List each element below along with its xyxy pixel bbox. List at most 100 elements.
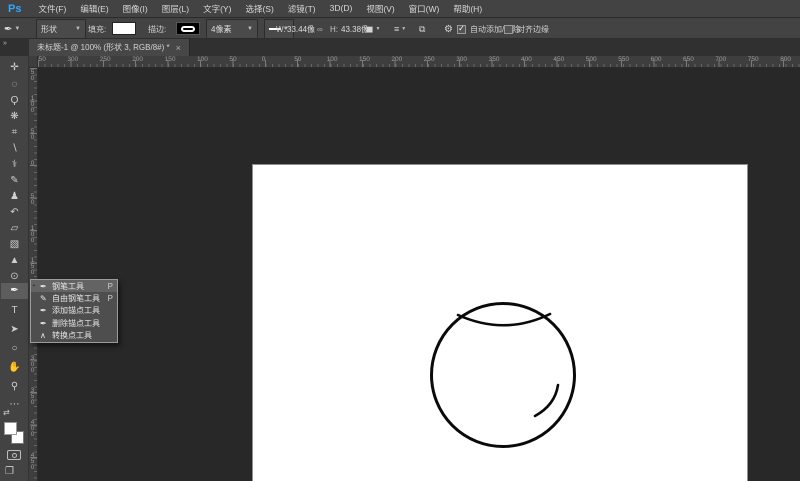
ruler-label: 250 — [99, 56, 111, 63]
ellipse-shape-tool[interactable]: ○ — [1, 341, 28, 357]
ruler-label: 50 — [29, 192, 36, 205]
ruler-label: 50 — [294, 56, 302, 63]
gradient-tool[interactable]: ▧ — [1, 237, 28, 253]
path-alignment-button[interactable]: ≡ ▼ — [394, 19, 406, 39]
stroke-width-select[interactable]: 4像素 ▼ — [206, 19, 258, 39]
flyout-menu-item[interactable]: ✒ 删除锚点工具 — [31, 317, 117, 329]
align-edges-label: 对齐边缘 — [517, 24, 549, 34]
flyout-menu-item[interactable]: ▪ ✒ 钢笔工具 P — [31, 280, 117, 293]
pen-variant-icon: ✒ — [40, 281, 47, 291]
gear-icon[interactable]: ⚙ — [444, 19, 453, 39]
fishbowl-drawing — [430, 302, 576, 448]
menu-item[interactable]: 窗口(W) — [402, 3, 447, 15]
menu-item[interactable]: 3D(D) — [323, 3, 360, 15]
path-arrangement-button[interactable]: ⧉ — [419, 19, 425, 39]
tool-mode-select[interactable]: 形状 ▼ — [36, 19, 86, 39]
quick-selection-tool[interactable]: ❋ — [1, 109, 28, 125]
ruler-label: 150 — [359, 56, 370, 63]
flyout-item-label: 添加锚点工具 — [52, 306, 100, 316]
current-tool-marker: ▪ — [33, 283, 35, 290]
ruler-label: 100 — [197, 56, 208, 63]
ruler-label: 450 — [29, 451, 36, 470]
align-edges-checkbox[interactable] — [504, 24, 513, 34]
horizontal-type-tool[interactable]: T — [1, 303, 28, 319]
pen-variant-icon: ✒ — [40, 306, 47, 316]
stroke-label: 描边: — [148, 24, 167, 34]
ruler-label: 450 — [553, 56, 565, 63]
ruler-label: 250 — [423, 56, 435, 63]
vertical-ruler[interactable]: 15010050050100150200250300350400450500 — [29, 68, 38, 481]
history-brush-tool[interactable]: ↶ — [1, 205, 28, 221]
width-field[interactable] — [287, 24, 319, 34]
spot-healing-brush-tool[interactable]: ⚕ — [1, 157, 28, 173]
menu-item[interactable]: 帮助(H) — [446, 3, 489, 15]
ruler-label: 650 — [683, 56, 694, 63]
menu-item[interactable]: 编辑(E) — [73, 3, 115, 15]
tool-preset-picker[interactable]: ✒ ▼ — [4, 19, 20, 39]
ruler-label: 600 — [650, 56, 662, 63]
flyout-item-label: 转换点工具 — [52, 331, 92, 341]
menu-item[interactable]: 图像(I) — [116, 3, 155, 15]
pen-tool-flyout-menu: ▪ ✒ 钢笔工具 P ✎ 自由钢笔工具 P ✒ 添加锚点工具 ✒ 删除锚点工具 … — [30, 279, 118, 343]
menu-item[interactable]: 选择(S) — [238, 3, 280, 15]
foreground-color-swatch[interactable] — [4, 422, 17, 435]
eyedropper-tool[interactable]: ∖ — [1, 141, 28, 157]
link-dimensions-icon[interactable]: ∞ — [317, 19, 323, 39]
pen-variant-icon: ✎ — [40, 294, 47, 304]
document-canvas[interactable] — [252, 164, 748, 481]
stroke-sample-icon — [181, 25, 195, 32]
ruler-label: 800 — [780, 56, 792, 63]
toolbar-collapse-icon[interactable]: » — [3, 40, 7, 47]
ruler-label: 100 — [29, 95, 36, 114]
elliptical-marquee-tool[interactable]: ◌ — [1, 77, 28, 93]
document-tab[interactable]: 未标题-1 @ 100% (形状 3, RGB/8#) * × — [29, 39, 190, 56]
ruler-origin-corner[interactable] — [29, 56, 38, 68]
edit-toolbar[interactable]: ⋯ — [1, 397, 28, 413]
ruler-label: 350 — [488, 56, 500, 63]
close-icon[interactable]: × — [176, 43, 181, 53]
pen-variant-icon: ∧ — [40, 331, 46, 341]
lasso-tool[interactable]: Ϙ — [1, 93, 28, 109]
blur-tool[interactable]: ▲ — [1, 253, 28, 269]
move-tool[interactable]: ✛ — [1, 60, 28, 76]
menu-item[interactable]: 图层(L) — [155, 3, 196, 15]
clone-stamp-tool[interactable]: ♟ — [1, 189, 28, 205]
screen-mode-button[interactable]: ❐ — [5, 466, 14, 477]
width-field-label: W: — [276, 24, 286, 34]
flyout-menu-item[interactable]: ✒ 添加锚点工具 — [31, 305, 117, 317]
options-bar: ✒ ▼ 形状 ▼ 填充: 描边: 4像素 ▼ ▼ W: ∞ H: ◼▼ ≡▼ ⧉… — [0, 19, 800, 39]
ruler-label: 150 — [164, 56, 176, 63]
ruler-label: 550 — [618, 56, 630, 63]
zoom-tool[interactable]: ⚲ — [1, 379, 28, 395]
stroke-color-swatch[interactable] — [176, 22, 200, 35]
horizontal-ruler[interactable]: 3503002502001501005005010015020025030035… — [38, 56, 800, 68]
ruler-label: 350 — [29, 387, 36, 405]
ruler-label: 300 — [29, 354, 36, 373]
flyout-item-label: 钢笔工具 — [52, 281, 84, 291]
menu-item[interactable]: 文件(F) — [31, 3, 73, 15]
menu-item[interactable]: 滤镜(T) — [281, 3, 323, 15]
pen-tool[interactable]: ✒ — [1, 283, 28, 299]
flyout-menu-item[interactable]: ∧ 转换点工具 — [31, 330, 117, 342]
fishbowl-highlight-curve — [533, 383, 560, 418]
crop-tool[interactable]: ⌗ — [1, 125, 28, 141]
flyout-item-label: 自由钢笔工具 — [52, 294, 100, 304]
flyout-menu-item[interactable]: ✎ 自由钢笔工具 P — [31, 292, 117, 304]
path-operations-button[interactable]: ◼ ▼ — [366, 19, 380, 39]
ruler-label: 350 — [38, 56, 46, 63]
ruler-label: 100 — [29, 225, 36, 243]
menu-item[interactable]: 视图(V) — [359, 3, 401, 15]
document-tab-bar: » 未标题-1 @ 100% (形状 3, RGB/8#) * × — [0, 39, 800, 56]
height-field-label: H: — [330, 24, 338, 34]
quick-mask-button[interactable] — [7, 450, 21, 460]
hand-tool[interactable]: ✋ — [1, 360, 28, 376]
eraser-tool[interactable]: ▱ — [1, 221, 28, 237]
brush-tool[interactable]: ✎ — [1, 173, 28, 189]
auto-add-delete-checkbox[interactable]: ✓ — [457, 24, 466, 34]
menu-item[interactable]: 文字(Y) — [196, 3, 238, 15]
ruler-label: 750 — [747, 56, 759, 63]
path-selection-tool[interactable]: ➤ — [1, 322, 28, 338]
flyout-item-shortcut: P — [107, 281, 113, 291]
fill-color-swatch[interactable] — [112, 22, 136, 35]
flyout-item-label: 删除锚点工具 — [52, 318, 100, 328]
